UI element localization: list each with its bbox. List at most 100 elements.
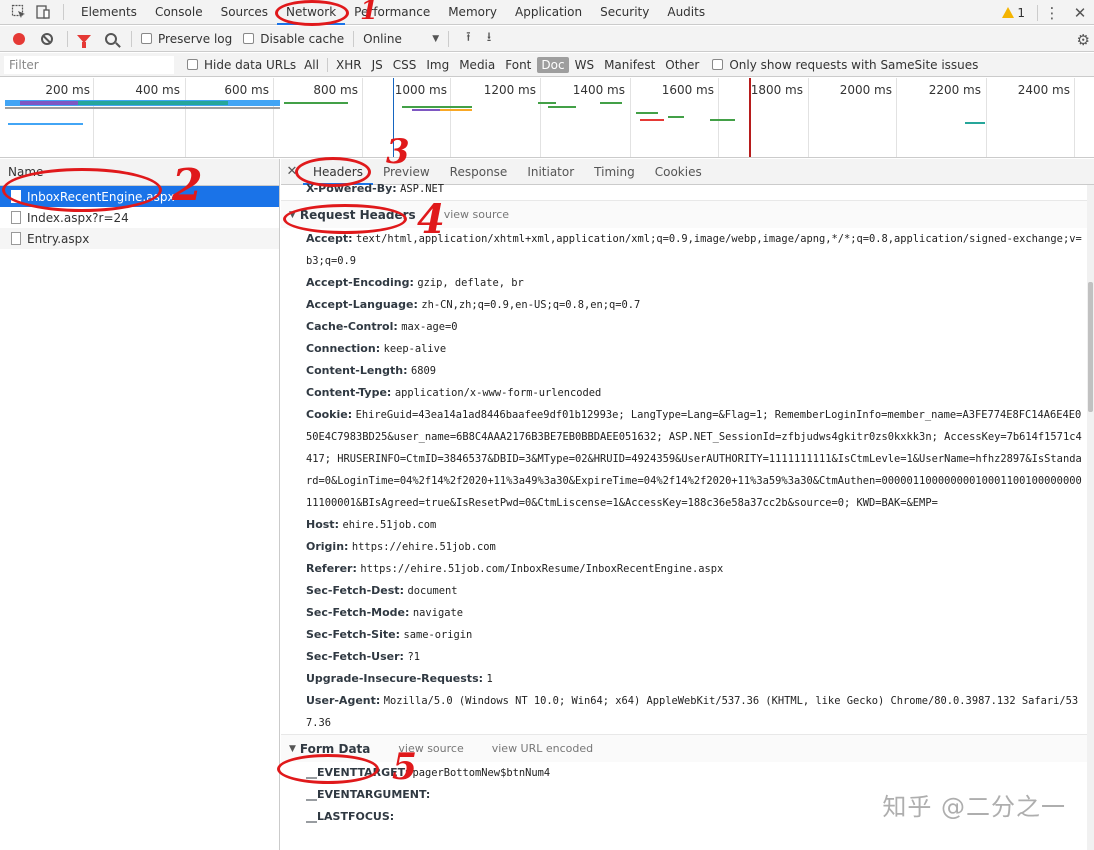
form-data-section[interactable]: ▼ Form Data view source view URL encoded bbox=[281, 734, 1087, 762]
filter-type-doc[interactable]: Doc bbox=[537, 56, 569, 73]
name-column-header[interactable]: Name bbox=[0, 159, 279, 186]
tab-audits[interactable]: Audits bbox=[658, 0, 714, 25]
tick-line bbox=[450, 78, 451, 157]
filter-type-manifest[interactable]: Manifest bbox=[600, 57, 659, 73]
form-key: __LASTFOCUS: bbox=[306, 810, 395, 823]
header-row: Host: ehire.51job.com bbox=[281, 514, 1087, 536]
tab-sources[interactable]: Sources bbox=[212, 0, 277, 25]
header-value: navigate bbox=[412, 607, 463, 619]
request-headers-section[interactable]: ▼ Request Headers view source bbox=[281, 200, 1087, 228]
hide-data-urls-checkbox[interactable]: Hide data URLs bbox=[187, 58, 296, 72]
filter-type-js[interactable]: JS bbox=[368, 57, 387, 73]
filter-type-media[interactable]: Media bbox=[455, 57, 499, 73]
header-row: Content-Type: application/x-www-form-url… bbox=[281, 382, 1087, 404]
document-icon bbox=[11, 232, 21, 245]
header-key: Referer: bbox=[306, 562, 357, 575]
request-headers-title: Request Headers bbox=[299, 207, 416, 222]
scrollbar-thumb[interactable] bbox=[1088, 282, 1093, 412]
close-icon[interactable]: ✕ bbox=[281, 164, 303, 179]
header-row: Connection: keep-alive bbox=[281, 338, 1087, 360]
header-value: ASP.NET bbox=[400, 183, 444, 195]
view-url-encoded-link[interactable]: view URL encoded bbox=[492, 742, 593, 755]
tick-label: 200 ms bbox=[45, 83, 90, 97]
scrollbar[interactable] bbox=[1087, 185, 1094, 850]
filter-icon[interactable] bbox=[77, 34, 91, 48]
load-event-line bbox=[749, 78, 751, 157]
header-key: Connection: bbox=[306, 342, 381, 355]
gear-icon[interactable]: ⚙ bbox=[1077, 31, 1090, 49]
tab-security[interactable]: Security bbox=[591, 0, 658, 25]
header-row: Content-Length: 6809 bbox=[281, 360, 1087, 382]
timeline-bar bbox=[640, 119, 664, 121]
tab-console[interactable]: Console bbox=[146, 0, 212, 25]
timeline-bar bbox=[538, 102, 556, 104]
tab-application[interactable]: Application bbox=[506, 0, 591, 25]
filter-type-all[interactable]: All bbox=[300, 57, 323, 73]
filter-type-ws[interactable]: WS bbox=[571, 57, 598, 73]
tick-line bbox=[1074, 78, 1075, 157]
view-source-link[interactable]: view source bbox=[398, 742, 463, 755]
request-row[interactable]: Index.aspx?r=24 bbox=[0, 207, 279, 228]
throttling-select[interactable]: Online ▼ bbox=[363, 32, 439, 46]
tick-label: 1400 ms bbox=[572, 83, 625, 97]
header-value: ?1 bbox=[407, 651, 420, 663]
checkbox[interactable] bbox=[187, 59, 198, 70]
preserve-log-checkbox[interactable]: Preserve log bbox=[141, 32, 232, 46]
header-key: X-Powered-By: bbox=[306, 182, 397, 195]
disable-cache-checkbox[interactable]: Disable cache bbox=[243, 32, 344, 46]
tick-label: 800 ms bbox=[313, 83, 358, 97]
separator bbox=[67, 30, 68, 47]
clear-icon[interactable] bbox=[41, 32, 53, 45]
header-key: Sec-Fetch-Mode: bbox=[306, 606, 410, 619]
inspect-element-icon[interactable] bbox=[11, 4, 27, 20]
preserve-log-label: Preserve log bbox=[158, 31, 233, 46]
form-row: __EVENTTARGET: pagerBottomNew$btnNum4 bbox=[281, 762, 1087, 784]
network-overview[interactable]: 200 ms 400 ms 600 ms 800 ms 1000 ms 1200… bbox=[0, 78, 1094, 158]
filter-type-img[interactable]: Img bbox=[422, 57, 453, 73]
form-key: __EVENTARGUMENT: bbox=[306, 788, 431, 801]
more-options-icon[interactable]: ⋮ bbox=[1038, 4, 1066, 22]
request-row[interactable]: InboxRecentEngine.aspx bbox=[0, 186, 279, 207]
close-icon[interactable]: ✕ bbox=[1066, 4, 1094, 22]
device-toolbar-icon[interactable] bbox=[35, 4, 51, 20]
checkbox[interactable] bbox=[141, 33, 152, 44]
filter-type-other[interactable]: Other bbox=[661, 57, 703, 73]
filter-type-xhr[interactable]: XHR bbox=[332, 57, 366, 73]
filter-type-css[interactable]: CSS bbox=[389, 57, 421, 73]
request-name: InboxRecentEngine.aspx bbox=[27, 189, 175, 204]
tab-network[interactable]: Network bbox=[277, 0, 346, 25]
header-value: document bbox=[407, 585, 458, 597]
checkbox[interactable] bbox=[712, 59, 724, 70]
checkbox[interactable] bbox=[243, 33, 255, 44]
header-row: Sec-Fetch-Dest: document bbox=[281, 580, 1087, 602]
tick-line bbox=[630, 78, 631, 157]
import-har-icon[interactable]: ⭱ bbox=[466, 28, 471, 50]
samesite-checkbox[interactable]: Only show requests with SameSite issues bbox=[712, 58, 978, 72]
header-value: gzip, deflate, br bbox=[417, 277, 524, 289]
filter-input[interactable] bbox=[4, 55, 174, 74]
tab-memory[interactable]: Memory bbox=[439, 0, 506, 25]
view-source-link[interactable]: view source bbox=[444, 208, 509, 221]
filter-type-font[interactable]: Font bbox=[501, 57, 535, 73]
tick-line bbox=[273, 78, 274, 157]
tick-label: 2400 ms bbox=[1017, 83, 1070, 97]
separator bbox=[131, 30, 132, 47]
tick-line bbox=[896, 78, 897, 157]
header-key: Cache-Control: bbox=[306, 320, 398, 333]
tab-performance[interactable]: Performance bbox=[345, 0, 439, 25]
timeline-bar bbox=[8, 123, 83, 125]
tab-elements[interactable]: Elements bbox=[72, 0, 146, 25]
tick-label: 1800 ms bbox=[750, 83, 803, 97]
export-har-icon[interactable]: ⭳ bbox=[487, 28, 492, 50]
dom-content-loaded-line bbox=[393, 78, 394, 157]
record-icon[interactable] bbox=[13, 32, 25, 45]
search-icon[interactable] bbox=[105, 32, 117, 45]
warnings-counter[interactable]: 1 bbox=[1002, 6, 1025, 20]
network-toolbar: Preserve log Disable cache Online ▼ ⭱ ⭳ ⚙ bbox=[0, 26, 1094, 52]
header-value: https://ehire.51job.com/InboxResume/Inbo… bbox=[360, 563, 724, 575]
header-value: keep-alive bbox=[383, 343, 447, 355]
request-row[interactable]: Entry.aspx bbox=[0, 228, 279, 249]
timeline-bar bbox=[20, 101, 78, 105]
header-key: Sec-Fetch-Site: bbox=[306, 628, 400, 641]
header-row: Accept-Language: zh-CN,zh;q=0.9,en-US;q=… bbox=[281, 294, 1087, 316]
